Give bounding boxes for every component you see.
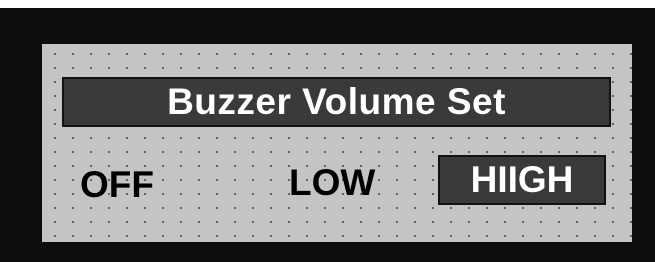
title-bar: Buzzer Volume Set — [62, 77, 611, 127]
volume-option-high[interactable]: HIIGH — [438, 155, 606, 205]
volume-option-off[interactable]: OFF — [80, 165, 154, 205]
screen-title: Buzzer Volume Set — [167, 81, 506, 122]
lcd-screen-panel — [42, 44, 632, 242]
volume-option-low[interactable]: LOW — [289, 163, 375, 203]
volume-option-high-label: HIIGH — [470, 159, 574, 200]
